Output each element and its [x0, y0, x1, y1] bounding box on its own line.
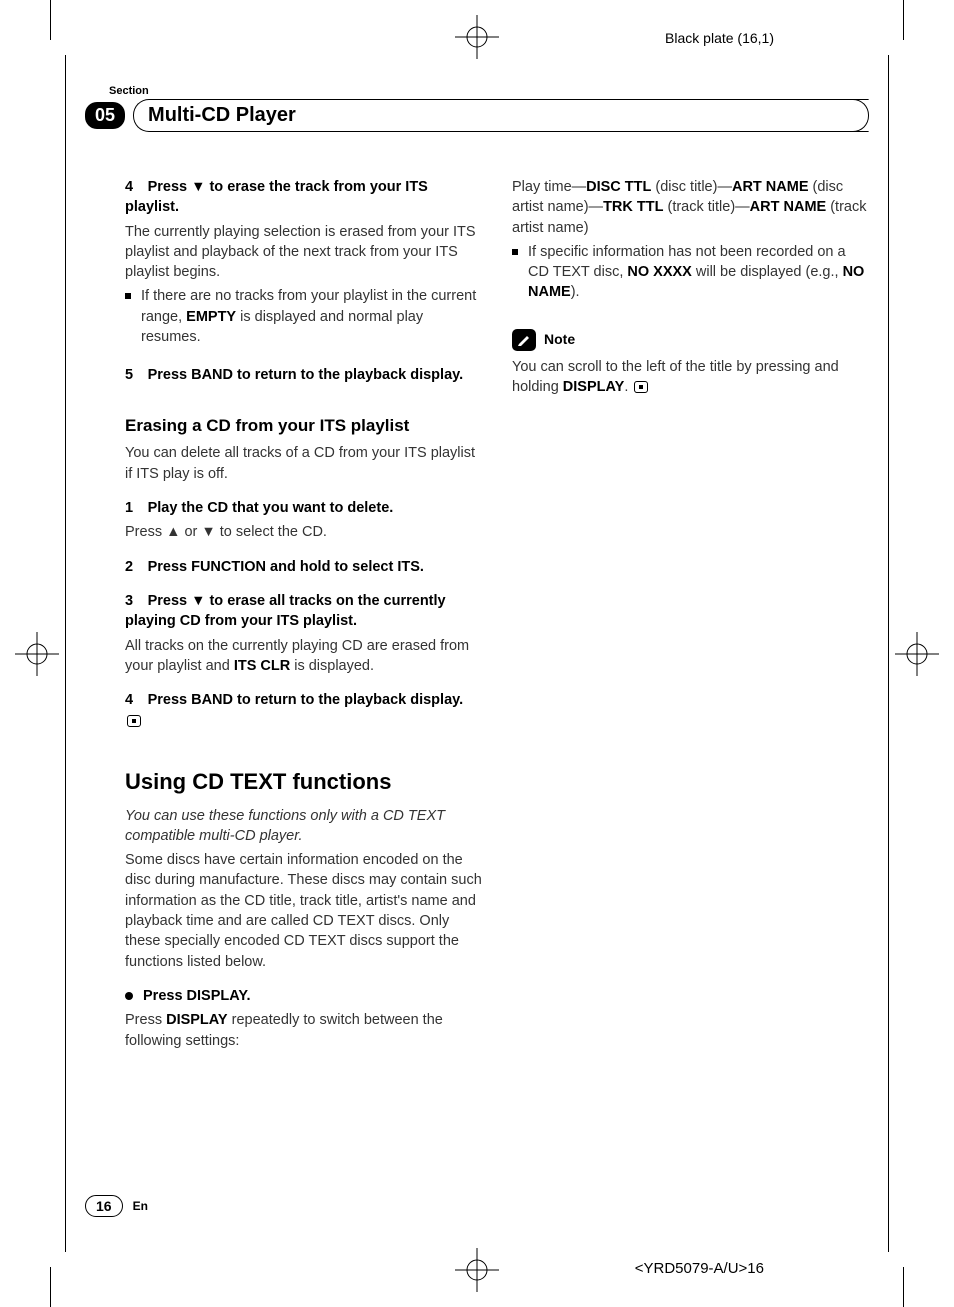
round-bullet-icon: [125, 992, 133, 1000]
step-body: Press DISPLAY repeatedly to switch betwe…: [125, 1010, 482, 1051]
black-plate-label: Black plate (16,1): [665, 30, 774, 46]
text: ).: [571, 284, 580, 300]
step-body: The currently playing selection is erase…: [125, 222, 482, 283]
text: You can scroll to the left of the title …: [512, 359, 839, 395]
square-bullet-icon: [125, 293, 131, 299]
text: .: [624, 379, 628, 395]
crop-mark-right-icon: [895, 632, 939, 676]
section-label: Section: [109, 85, 869, 97]
step-title: 1 Play the CD that you want to delete.: [125, 498, 482, 518]
text: Play time—: [512, 179, 586, 195]
step-title: 4 Press BAND to return to the playback d…: [125, 690, 482, 731]
square-bullet-icon: [512, 249, 518, 255]
text: will be displayed (e.g.,: [692, 264, 843, 280]
note-header: Note: [512, 329, 869, 351]
trim-line: [903, 1267, 904, 1307]
subheading: Erasing a CD from your ITS playlist: [125, 414, 482, 438]
end-mark-icon: [127, 715, 141, 727]
intro-text: You can delete all tracks of a CD from y…: [125, 443, 482, 484]
page-content: Section 05 Multi-CD Player 4 Press ▼ to …: [85, 85, 869, 1217]
step-title: 2 Press FUNCTION and hold to select ITS.: [125, 557, 482, 577]
header-row: 05 Multi-CD Player: [85, 99, 869, 132]
text-strong: NO XXXX: [627, 264, 691, 280]
step-title: 3 Press ▼ to erase all tracks on the cur…: [125, 591, 482, 632]
step-title: 5 Press BAND to return to the playback d…: [125, 365, 482, 385]
note-icon: [512, 329, 536, 351]
text-strong: DISC TTL: [586, 179, 651, 195]
page-title: Multi-CD Player: [133, 99, 869, 132]
trim-line: [50, 1267, 51, 1307]
settings-list: Play time—DISC TTL (disc title)—ART NAME…: [512, 177, 869, 238]
text: (track title)—: [663, 199, 749, 215]
note-body: You can scroll to the left of the title …: [512, 357, 869, 398]
step-body: All tracks on the currently playing CD a…: [125, 636, 482, 677]
crop-mark-bottom-icon: [455, 1248, 499, 1292]
left-column: 4 Press ▼ to erase the track from your I…: [125, 177, 482, 1055]
note-label: Note: [544, 330, 575, 350]
bullet-item: If specific information has not been rec…: [512, 242, 869, 307]
bullet-item: Press DISPLAY.: [125, 986, 482, 1010]
trim-line: [50, 0, 51, 40]
footer-code: <YRD5079-A/U>16: [635, 1260, 764, 1277]
trim-line: [888, 55, 889, 1252]
italic-note: You can use these functions only with a …: [125, 806, 482, 847]
step-title: 4 Press ▼ to erase the track from your I…: [125, 177, 482, 218]
bullet-item: If there are no tracks from your playlis…: [125, 286, 482, 351]
text-strong: EMPTY: [186, 309, 236, 325]
right-column: Play time—DISC TTL (disc title)—ART NAME…: [512, 177, 869, 1055]
text: is displayed.: [290, 658, 374, 674]
trim-line: [903, 0, 904, 40]
step-title: Press DISPLAY.: [143, 986, 250, 1006]
page-number: 16: [85, 1195, 123, 1217]
trim-line: [65, 55, 66, 1252]
body-text: Some discs have certain information enco…: [125, 850, 482, 972]
text-strong: ART NAME: [750, 199, 827, 215]
page-footer: 16 En: [85, 1195, 148, 1217]
step-body: Press ▲ or ▼ to select the CD.: [125, 522, 482, 542]
text: Press: [125, 1012, 166, 1028]
text: 4 Press BAND to return to the playback d…: [125, 692, 463, 708]
crop-mark-left-icon: [15, 632, 59, 676]
end-mark-icon: [634, 381, 648, 393]
text-strong: ART NAME: [732, 179, 809, 195]
text-strong: ITS CLR: [234, 658, 290, 674]
text-strong: DISPLAY: [563, 379, 625, 395]
text: (disc title)—: [651, 179, 732, 195]
text-strong: TRK TTL: [603, 199, 663, 215]
text-strong: DISPLAY: [166, 1012, 228, 1028]
section-number-pill: 05: [85, 102, 125, 129]
crop-mark-top-icon: [455, 15, 499, 59]
language-label: En: [133, 1199, 148, 1213]
major-heading: Using CD TEXT functions: [125, 767, 482, 798]
